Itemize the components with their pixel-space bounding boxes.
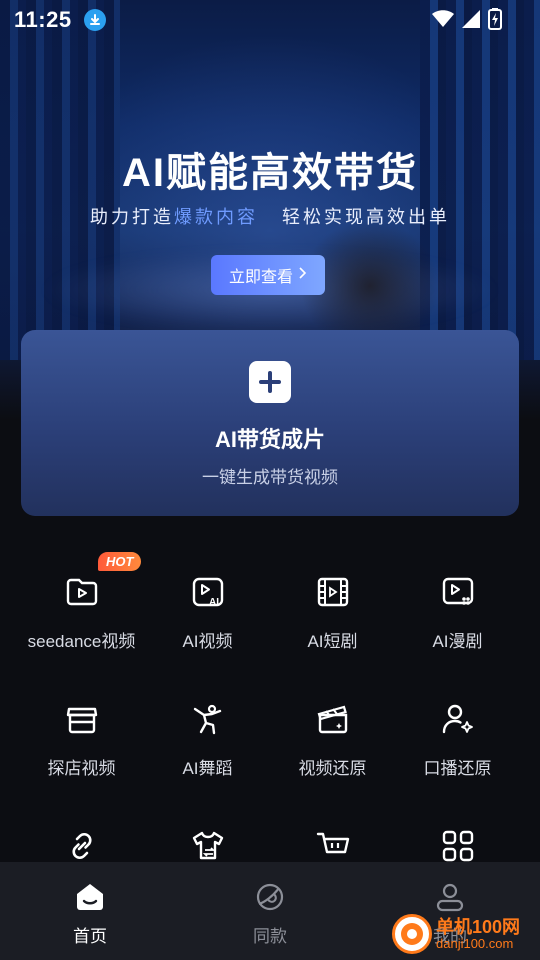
grid-item-label: AI舞蹈 [182, 759, 233, 778]
view-now-button[interactable]: 立即查看 [211, 255, 325, 295]
chevron-right-icon [299, 266, 307, 284]
plus-icon [249, 361, 291, 403]
link-icon [72, 833, 91, 859]
hero-title: AI赋能高效带货 [122, 151, 418, 195]
cart-icon [316, 832, 349, 854]
clapperboard-icon [317, 705, 347, 734]
grid-item-voice-restore[interactable]: 口播还原 [390, 675, 525, 785]
grid-item-ai-dance[interactable]: AI舞蹈 [140, 675, 275, 785]
download-icon [84, 9, 106, 31]
nav-label: 同款 [253, 927, 287, 946]
grid-item-label: AI漫剧 [432, 632, 483, 651]
profile-icon [436, 883, 464, 912]
store-icon [66, 707, 97, 734]
grid-item-ai-comic[interactable]: AI漫剧 [390, 548, 525, 658]
wifi-icon [432, 10, 454, 33]
hero-subtitle: 助力打造爆款内容 轻松实现高效出单 [0, 203, 540, 229]
svg-text:AI: AI [209, 597, 219, 608]
grid-item-label: seedance视频 [27, 632, 136, 651]
battery-icon [488, 8, 502, 35]
grid-item-video-restore[interactable]: 视频还原 [265, 675, 400, 785]
nav-item-same-style[interactable]: 同款 [180, 862, 360, 960]
ai-product-video-card[interactable]: AI带货成片 一键生成带货视频 [21, 330, 519, 516]
status-time: 11:25 [14, 7, 72, 32]
grid-item-store-visit[interactable]: 探店视频 [14, 675, 149, 785]
hot-badge: HOT [98, 552, 142, 571]
watermark: 单机100网 danji100.com [392, 914, 520, 954]
nav-item-home[interactable]: 首页 [0, 862, 180, 960]
folder-play-icon [66, 578, 97, 606]
grid-item-label: AI视频 [182, 632, 233, 651]
dancer-icon [193, 704, 221, 735]
watermark-url: danji100.com [436, 935, 514, 951]
watermark-logo-icon [392, 914, 432, 954]
watermark-text: 单机100网 [436, 916, 521, 937]
grid-item-label: 探店视频 [47, 759, 116, 778]
planet-icon [256, 883, 284, 911]
comic-video-icon [442, 577, 473, 605]
view-now-label: 立即查看 [228, 269, 293, 286]
status-bar: 11:25 [0, 0, 540, 38]
hero-subtitle-part2: 轻松实现高效出单 [282, 207, 450, 227]
hero-subtitle-highlight: 爆款内容 [173, 207, 258, 227]
nav-label: 首页 [73, 927, 107, 946]
film-strip-icon [317, 577, 348, 607]
home-icon [77, 884, 103, 910]
grid-item-label: 视频还原 [298, 759, 367, 778]
grid-item-label: AI短剧 [307, 632, 358, 651]
user-voice-icon [442, 704, 473, 734]
signal-icon [462, 10, 480, 33]
ai-video-icon: AI [192, 577, 223, 608]
card-subtitle: 一键生成带货视频 [202, 468, 338, 487]
grid-item-ai-short-drama[interactable]: AI短剧 [265, 548, 400, 658]
card-title: AI带货成片 [214, 427, 325, 452]
shirt-swap-icon [192, 831, 223, 860]
grid-more-icon [442, 830, 473, 862]
grid-item-label: 口播还原 [423, 759, 492, 778]
grid-item-ai-video[interactable]: AI AI视频 [140, 548, 275, 658]
hero-subtitle-part1: 助力打造 [89, 207, 174, 227]
